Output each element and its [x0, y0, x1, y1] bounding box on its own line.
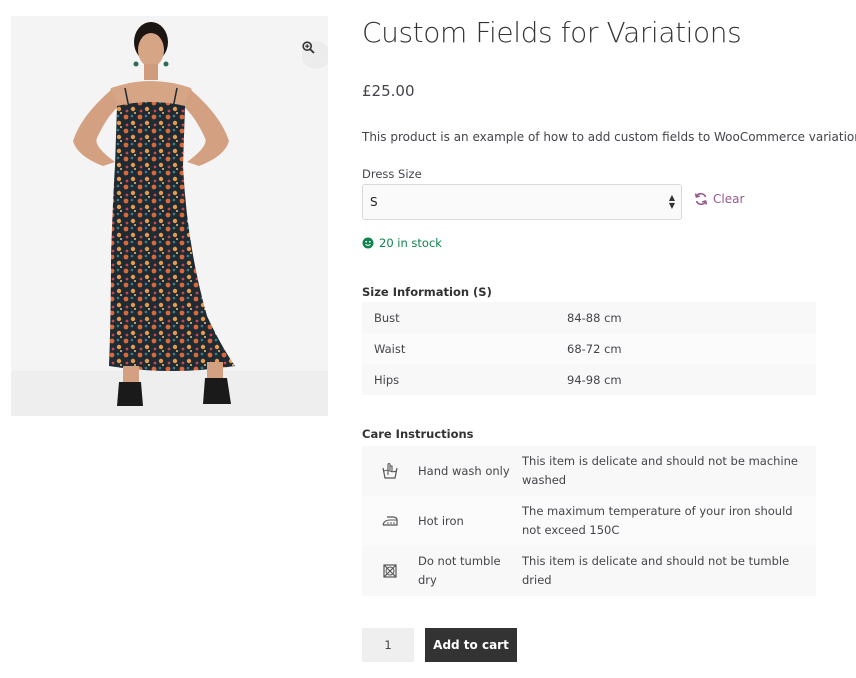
- table-row: Do not tumble dry This item is delicate …: [362, 546, 816, 596]
- stock-text: 20 in stock: [379, 236, 442, 250]
- care-table: Hand wash only This item is delicate and…: [362, 446, 816, 596]
- no-tumble-dry-icon: [383, 564, 397, 578]
- care-description: This item is delicate and should not be …: [522, 554, 790, 587]
- quantity-input[interactable]: [362, 628, 414, 662]
- refresh-icon: [694, 192, 708, 206]
- care-name: Hand wash only: [418, 463, 510, 478]
- product-image[interactable]: [11, 16, 328, 416]
- size-name: Bust: [374, 310, 400, 325]
- dress-size-selected-value: S: [370, 195, 378, 209]
- iron-icon: [382, 516, 398, 526]
- zoom-icon: [302, 41, 315, 54]
- select-arrows-icon: ▲ ▼: [668, 193, 675, 210]
- stock-status: 20 in stock: [362, 236, 442, 250]
- hand-wash-icon: [382, 462, 398, 479]
- product-price: £25.00: [362, 82, 415, 100]
- size-info-heading: Size Information (S): [362, 285, 492, 299]
- zoom-button[interactable]: [302, 41, 328, 69]
- table-row: Bust 84-88 cm: [362, 302, 816, 333]
- table-row: Hips 94-98 cm: [362, 364, 816, 395]
- care-description: This item is delicate and should not be …: [522, 454, 798, 487]
- dress-size-select[interactable]: S ▲ ▼: [362, 184, 682, 220]
- size-value: 94-98 cm: [567, 372, 622, 387]
- table-row: Waist 68-72 cm: [362, 333, 816, 364]
- dress-size-label: Dress Size: [362, 167, 422, 181]
- care-name: Do not tumble dry: [418, 554, 501, 587]
- table-row: Hand wash only This item is delicate and…: [362, 446, 816, 496]
- add-to-cart-button[interactable]: Add to cart: [425, 628, 517, 662]
- size-name: Waist: [374, 341, 406, 356]
- in-stock-icon: [362, 237, 374, 249]
- size-name: Hips: [374, 372, 400, 387]
- care-heading: Care Instructions: [362, 427, 474, 441]
- product-title: Custom Fields for Variations: [362, 16, 742, 49]
- product-description: This product is an example of how to add…: [362, 130, 856, 144]
- table-row: Hot iron The maximum temperature of your…: [362, 496, 816, 546]
- size-value: 84-88 cm: [567, 310, 622, 325]
- clear-variation-link[interactable]: Clear: [694, 192, 744, 206]
- size-value: 68-72 cm: [567, 341, 622, 356]
- clear-label: Clear: [713, 192, 745, 206]
- care-description: The maximum temperature of your iron sho…: [522, 504, 793, 537]
- size-info-table: Bust 84-88 cm Waist 68-72 cm Hips 94-98 …: [362, 302, 816, 395]
- model-photo: [11, 16, 328, 416]
- care-name: Hot iron: [418, 513, 464, 528]
